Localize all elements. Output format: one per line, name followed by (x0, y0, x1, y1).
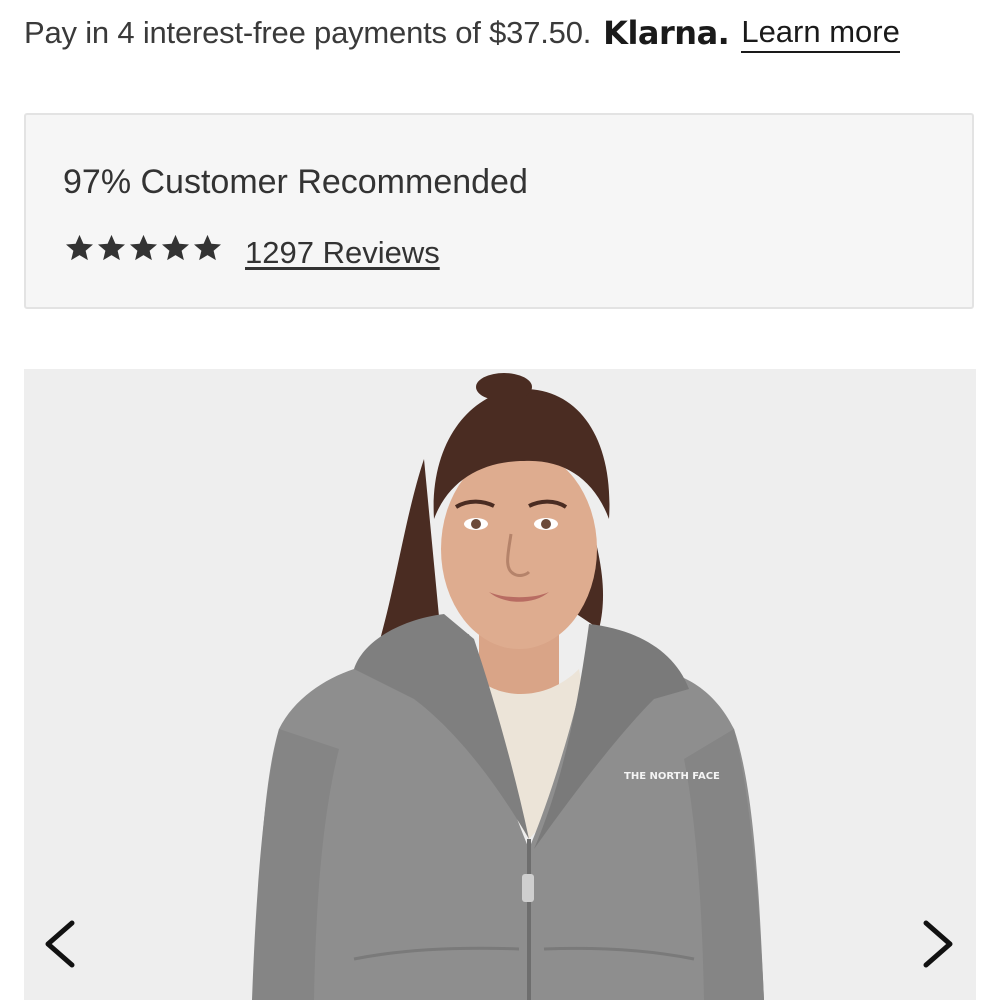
product-image: THE NORTH FACE (24, 369, 976, 1000)
star-icon (98, 234, 125, 261)
klarna-installment-text: Pay in 4 interest-free payments of $37.5… (24, 15, 592, 50)
klarna-payment-banner: Pay in 4 interest-free payments of $37.5… (24, 8, 976, 58)
star-icon (162, 234, 189, 261)
chevron-left-icon[interactable] (36, 909, 86, 979)
customer-recommended-text: 97% Customer Recommended (63, 163, 528, 201)
star-rating (64, 233, 223, 263)
rating-summary-box: 97% Customer Recommended 1297 Reviews (24, 113, 974, 309)
star-icon (130, 234, 157, 261)
brand-logo-mark: THE NORTH FACE (624, 771, 720, 782)
reviews-count-link[interactable]: 1297 Reviews (245, 235, 440, 271)
klarna-logo: Klarna. (603, 14, 730, 52)
klarna-learn-more-link[interactable]: Learn more (741, 14, 900, 53)
star-icon (66, 234, 93, 261)
chevron-right-icon[interactable] (912, 909, 962, 979)
star-icon (194, 234, 221, 261)
product-image-gallery: THE NORTH FACE (24, 369, 976, 1000)
